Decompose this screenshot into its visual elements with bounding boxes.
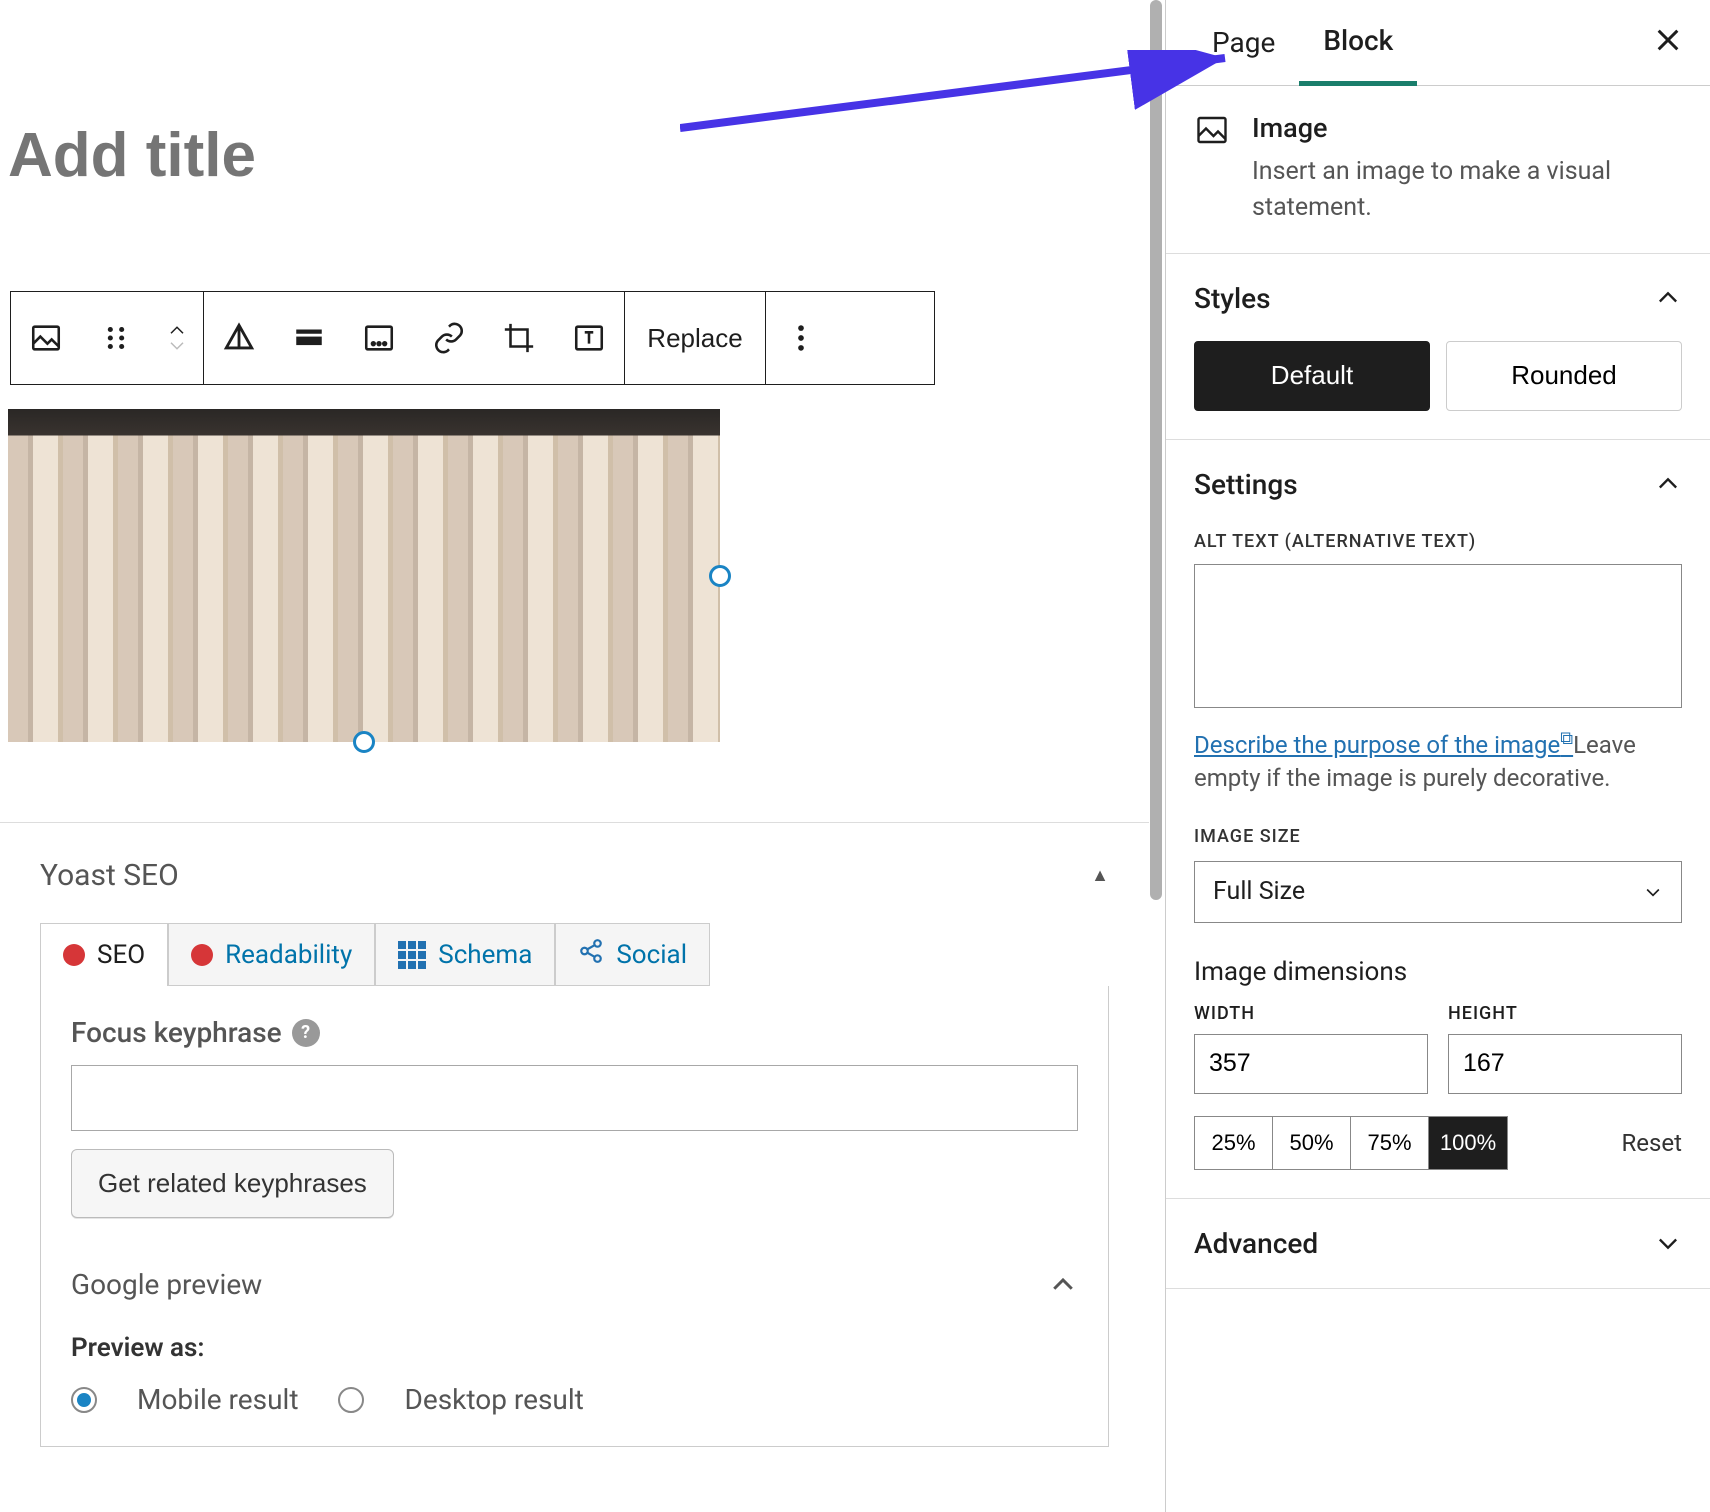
chevron-up-icon: [1048, 1270, 1078, 1300]
google-preview-header[interactable]: Google preview: [71, 1268, 1078, 1301]
settings-panel-header[interactable]: Settings: [1194, 468, 1682, 501]
width-input[interactable]: [1194, 1034, 1428, 1094]
chevron-down-icon: [1654, 1229, 1682, 1257]
advanced-panel: Advanced: [1166, 1199, 1710, 1289]
styles-panel: Styles Default Rounded: [1166, 254, 1710, 440]
help-icon[interactable]: ?: [292, 1019, 320, 1047]
keyphrase-label: Focus keyphrase?: [71, 1016, 1078, 1049]
pct-50-button[interactable]: 50%: [1273, 1117, 1351, 1169]
tab-schema[interactable]: Schema: [375, 923, 555, 986]
alt-text-help: Describe the purpose of the image⧉Leave …: [1194, 726, 1682, 796]
alt-help-link[interactable]: Describe the purpose of the image⧉: [1194, 731, 1573, 759]
tab-seo[interactable]: SEO: [40, 923, 168, 986]
caret-up-icon: ▲: [1091, 865, 1109, 886]
advanced-panel-header[interactable]: Advanced: [1194, 1227, 1682, 1260]
block-type-icon[interactable]: [11, 292, 81, 384]
close-sidebar-button[interactable]: [1652, 24, 1684, 60]
schema-icon: [398, 941, 426, 969]
block-description: Image Insert an image to make a visual s…: [1166, 86, 1710, 254]
style-rounded-button[interactable]: Rounded: [1446, 341, 1682, 411]
yoast-panel: Yoast SEO ▲ SEO Readability Schema Socia…: [0, 822, 1149, 1447]
yoast-panel-header[interactable]: Yoast SEO ▲: [40, 848, 1109, 923]
sidebar-tabs: Page Block: [1166, 0, 1710, 86]
align-icon[interactable]: [204, 292, 274, 384]
status-dot-icon: [63, 944, 85, 966]
alt-text-input[interactable]: [1194, 564, 1682, 708]
wide-align-icon[interactable]: [274, 292, 344, 384]
radio-desktop[interactable]: [338, 1387, 364, 1413]
resize-handle-bottom[interactable]: [353, 731, 375, 753]
chevron-up-icon: [1654, 284, 1682, 312]
tab-social[interactable]: Social: [555, 923, 710, 986]
chevron-down-icon: [1643, 882, 1663, 902]
resize-handle-right[interactable]: [709, 565, 731, 587]
move-updown[interactable]: [151, 325, 203, 351]
image-size-select[interactable]: Full Size: [1194, 861, 1682, 923]
external-link-icon: ⧉: [1560, 728, 1573, 749]
drag-handle-icon[interactable]: [81, 292, 151, 384]
text-overlay-icon[interactable]: [554, 292, 624, 384]
tab-page[interactable]: Page: [1188, 2, 1299, 83]
block-toolbar: Replace: [10, 291, 935, 385]
get-keyphrases-button[interactable]: Get related keyphrases: [71, 1149, 394, 1218]
chevron-up-icon: [1654, 470, 1682, 498]
replace-button[interactable]: Replace: [625, 292, 765, 384]
percent-buttons: 25% 50% 75% 100%: [1194, 1116, 1508, 1170]
height-input[interactable]: [1448, 1034, 1682, 1094]
share-icon: [578, 938, 604, 971]
crop-icon[interactable]: [484, 292, 554, 384]
editor-canvas: Replace Yoast SEO ▲ SEO Readability Sche…: [0, 0, 1149, 1512]
settings-panel: Settings ALT TEXT (ALTERNATIVE TEXT) Des…: [1166, 440, 1710, 1199]
block-subtitle: Insert an image to make a visual stateme…: [1252, 154, 1682, 227]
height-label: HEIGHT: [1448, 1003, 1682, 1024]
block-title: Image: [1252, 112, 1682, 144]
preview-as-label: Preview as:: [71, 1333, 1078, 1363]
tab-block[interactable]: Block: [1299, 0, 1417, 86]
post-title-input[interactable]: [0, 0, 1149, 191]
keyphrase-input[interactable]: [71, 1065, 1078, 1131]
preview-as-radios: Mobile result Desktop result: [71, 1383, 1078, 1416]
more-options-icon[interactable]: [766, 292, 836, 384]
image-icon: [1194, 112, 1230, 148]
alt-text-label: ALT TEXT (ALTERNATIVE TEXT): [1194, 531, 1682, 552]
image-size-label: IMAGE SIZE: [1194, 826, 1682, 847]
width-label: WIDTH: [1194, 1003, 1428, 1024]
status-dot-icon: [191, 944, 213, 966]
dimensions-label: Image dimensions: [1194, 957, 1682, 987]
yoast-panel-title: Yoast SEO: [40, 858, 179, 893]
pct-25-button[interactable]: 25%: [1195, 1117, 1273, 1169]
style-default-button[interactable]: Default: [1194, 341, 1430, 411]
yoast-seo-body: Focus keyphrase? Get related keyphrases …: [40, 986, 1109, 1447]
settings-sidebar: Page Block Image Insert an image to make…: [1165, 0, 1710, 1512]
link-icon[interactable]: [414, 292, 484, 384]
yoast-tabs: SEO Readability Schema Social: [40, 923, 1109, 986]
image-block[interactable]: [8, 409, 720, 742]
reset-dimensions-button[interactable]: Reset: [1622, 1129, 1682, 1157]
pct-75-button[interactable]: 75%: [1351, 1117, 1429, 1169]
styles-panel-header[interactable]: Styles: [1194, 282, 1682, 315]
tab-readability[interactable]: Readability: [168, 923, 375, 986]
editor-scrollbar[interactable]: [1150, 0, 1162, 900]
pct-100-button[interactable]: 100%: [1429, 1117, 1507, 1169]
radio-mobile[interactable]: [71, 1387, 97, 1413]
caption-icon[interactable]: [344, 292, 414, 384]
